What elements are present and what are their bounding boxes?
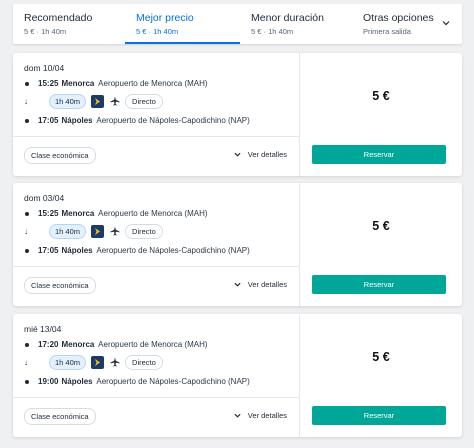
sort-tab-label: Recomendado — [24, 12, 93, 24]
departure-time: 15:25 — [38, 209, 59, 218]
arrival-dot — [25, 379, 29, 384]
arrival-time: 17:05 — [38, 116, 59, 125]
reserve-button[interactable]: Reservar — [312, 406, 446, 425]
departure-dot — [25, 211, 29, 216]
departure-dot — [25, 81, 29, 86]
arrival-airport: Aeropuerto de Nápoles-Capodichino (NAP) — [96, 377, 250, 386]
departure-row: 17:20 Menorca Aeropuerto de Menorca (MAH) — [24, 340, 208, 349]
duration-badge: 1h 40m — [49, 354, 87, 370]
details-toggle[interactable]: Ver detalles — [234, 150, 287, 159]
reserve-button[interactable]: Reservar — [312, 145, 446, 164]
flight-date: dom 10/04 — [24, 63, 65, 73]
chevron-down-icon — [234, 413, 241, 418]
sort-tab-label: Mejor precio — [136, 12, 194, 24]
card-footer: Clase económica Ver detalles — [13, 397, 300, 437]
flight-leg: mié 13/04 17:20 Menorca Aeropuerto de Men… — [13, 314, 300, 397]
chevron-down-icon[interactable] — [442, 19, 450, 27]
departure-city: Menorca — [61, 209, 95, 218]
departure-time: 17:20 — [38, 340, 59, 349]
arrival-airport: Aeropuerto de Nápoles-Capodichino (NAP) — [96, 116, 250, 125]
departure-airport: Aeropuerto de Menorca (MAH) — [98, 209, 208, 218]
plane-icon — [110, 357, 120, 367]
sort-tab-recommended[interactable]: Recomendado 5 € · 1h 40m — [13, 4, 125, 44]
price: 5 € — [372, 350, 390, 364]
departure-row: 15:25 Menorca Aeropuerto de Menorca (MAH) — [24, 209, 208, 218]
price: 5 € — [372, 89, 390, 103]
sort-tab-label: Menor duración — [251, 12, 324, 24]
price: 5 € — [372, 219, 390, 233]
arrival-airport: Aeropuerto de Nápoles-Capodichino (NAP) — [96, 246, 250, 255]
details-label: Ver detalles — [247, 150, 287, 159]
card-footer: Clase económica Ver detalles — [13, 266, 300, 306]
duration-badge: 1h 40m — [49, 223, 87, 239]
sort-tab-summary: 5 € · 1h 40m — [136, 27, 179, 36]
arrival-row: 17:05 Nápoles Aeropuerto de Nápoles-Capod… — [24, 116, 250, 125]
sort-tab-shortest[interactable]: Menor duración 5 € · 1h 40m — [240, 4, 352, 44]
airline-logo-icon — [91, 355, 105, 369]
arrival-city: Nápoles — [61, 116, 93, 125]
stops-badge: Directo — [125, 223, 163, 239]
departure-row: 15:25 Menorca Aeropuerto de Menorca (MAH) — [24, 79, 208, 88]
sort-tab-summary: 5 € · 1h 40m — [251, 27, 294, 36]
departure-dot — [25, 342, 29, 347]
cabin-class-badge: Clase económica — [24, 277, 96, 294]
details-label: Ver detalles — [247, 411, 287, 420]
arrival-time: 17:05 — [38, 246, 59, 255]
arrow-down-icon: ↓ — [24, 96, 28, 106]
arrival-time: 19:00 — [38, 377, 59, 386]
airline-logo-icon — [91, 224, 105, 238]
airline-logo-icon — [91, 94, 105, 108]
arrival-dot — [25, 248, 29, 253]
plane-icon — [110, 96, 120, 106]
flight-info-row: ↓ 1h 40m Directo — [24, 223, 163, 239]
plane-icon — [110, 226, 120, 236]
flight-date: mié 13/04 — [24, 324, 62, 334]
card-footer: Clase económica Ver detalles — [13, 136, 300, 176]
chevron-down-icon — [234, 282, 241, 287]
duration-badge: 1h 40m — [49, 93, 87, 109]
details-toggle[interactable]: Ver detalles — [234, 280, 287, 289]
flight-result-card: mié 13/04 17:20 Menorca Aeropuerto de Men… — [13, 314, 462, 437]
departure-airport: Aeropuerto de Menorca (MAH) — [98, 340, 208, 349]
flight-date: dom 03/04 — [24, 193, 65, 203]
departure-city: Menorca — [61, 79, 95, 88]
sort-tab-best-price[interactable]: Mejor precio 5 € · 1h 40m — [125, 4, 240, 44]
departure-airport: Aeropuerto de Menorca (MAH) — [98, 79, 208, 88]
flight-leg: dom 10/04 15:25 Menorca Aeropuerto de Men… — [13, 53, 300, 136]
reserve-button[interactable]: Reservar — [312, 275, 446, 294]
flight-leg: dom 03/04 15:25 Menorca Aeropuerto de Men… — [13, 183, 300, 266]
departure-city: Menorca — [61, 340, 95, 349]
details-label: Ver detalles — [247, 280, 287, 289]
details-toggle[interactable]: Ver detalles — [234, 411, 287, 420]
cabin-class-badge: Clase económica — [24, 408, 96, 425]
arrival-city: Nápoles — [61, 246, 93, 255]
sort-tab-summary: 5 € · 1h 40m — [24, 27, 67, 36]
departure-time: 15:25 — [38, 79, 59, 88]
stops-badge: Directo — [125, 354, 163, 370]
arrow-down-icon: ↓ — [24, 357, 28, 367]
sort-tab-summary: Primera salida — [363, 27, 411, 36]
arrival-row: 17:05 Nápoles Aeropuerto de Nápoles-Capod… — [24, 246, 250, 255]
chevron-down-icon — [234, 152, 241, 157]
arrival-city: Nápoles — [61, 377, 93, 386]
flight-info-row: ↓ 1h 40m Directo — [24, 93, 163, 109]
active-tab-indicator — [125, 42, 240, 44]
flight-result-card: dom 10/04 15:25 Menorca Aeropuerto de Men… — [13, 53, 462, 176]
flight-info-row: ↓ 1h 40m Directo — [24, 354, 163, 370]
cabin-class-badge: Clase económica — [24, 147, 96, 164]
stops-badge: Directo — [125, 93, 163, 109]
sort-options-bar: Recomendado 5 € · 1h 40m Mejor precio 5 … — [13, 4, 462, 44]
arrival-row: 19:00 Nápoles Aeropuerto de Nápoles-Capod… — [24, 377, 250, 386]
arrow-down-icon: ↓ — [24, 226, 28, 236]
flight-result-card: dom 03/04 15:25 Menorca Aeropuerto de Men… — [13, 183, 462, 306]
arrival-dot — [25, 118, 29, 123]
